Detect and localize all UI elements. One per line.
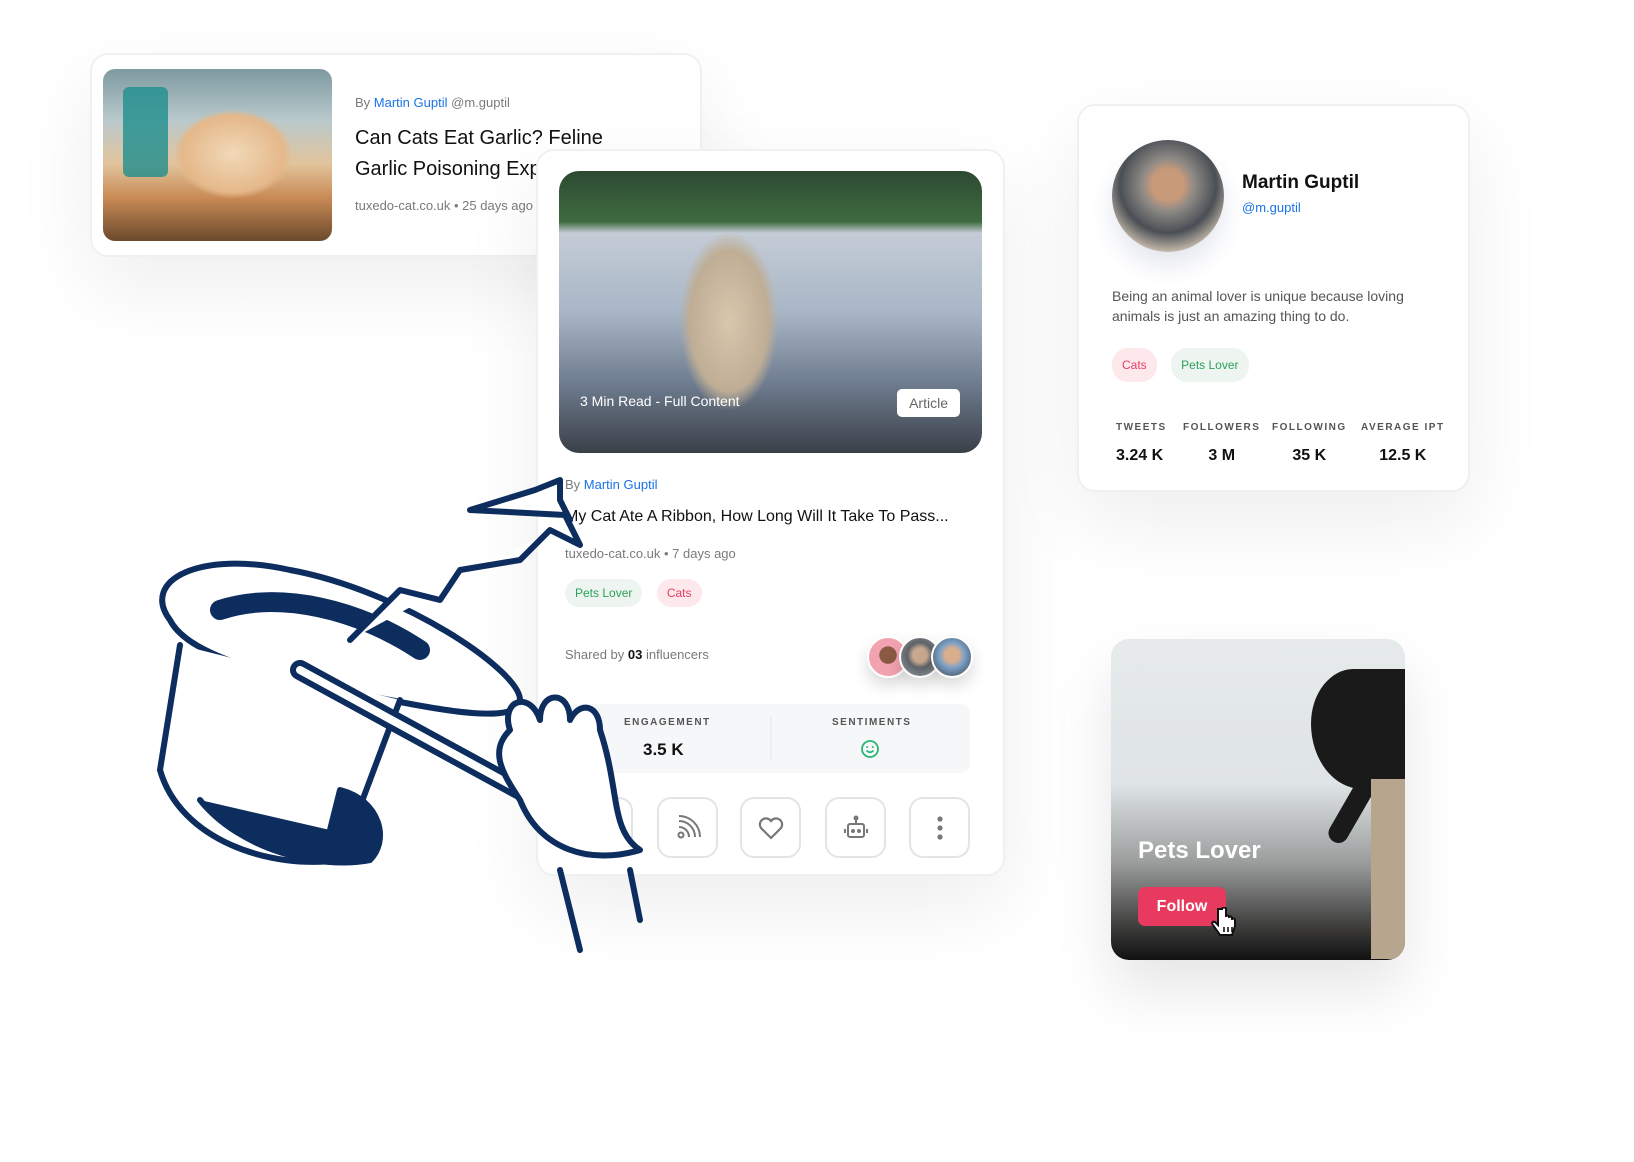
image-caption: 3 Min Read - Full Content bbox=[580, 393, 740, 409]
article-image-kitten[interactable]: 3 Min Read - Full Content Article bbox=[559, 171, 982, 453]
profile-name: Martin Guptil bbox=[1242, 172, 1360, 193]
more-vertical-icon bbox=[936, 815, 943, 840]
smile-icon bbox=[861, 740, 879, 758]
article-byline: By Martin Guptil @m.guptil bbox=[355, 95, 510, 110]
cat-silhouette bbox=[1311, 669, 1405, 789]
article-meta: tuxedo-cat.co.uk • 25 days ago bbox=[355, 198, 533, 213]
stat-following: FOLLOWING 35 K bbox=[1272, 422, 1347, 465]
avatar bbox=[931, 636, 973, 678]
profile-avatar[interactable] bbox=[1112, 140, 1224, 252]
article-type-badge: Article bbox=[897, 389, 960, 417]
like-button[interactable] bbox=[740, 797, 801, 858]
stat-value: 3.24 K bbox=[1116, 447, 1164, 464]
sentiments-label: SENTIMENTS bbox=[832, 717, 912, 728]
tag-cats[interactable]: Cats bbox=[1112, 348, 1157, 382]
profile-tags: Cats Pets Lover bbox=[1112, 348, 1259, 382]
by-label: By bbox=[355, 95, 371, 110]
stat-value: 12.5 K bbox=[1379, 447, 1427, 464]
influencer-avatars[interactable] bbox=[867, 636, 977, 678]
stat-average-ipt: AVERAGE IPT 12.5 K bbox=[1361, 422, 1445, 465]
profile-card: Martin Guptil @m.guptil Being an animal … bbox=[1077, 104, 1470, 492]
author-handle: @m.guptil bbox=[451, 95, 510, 110]
author-link[interactable]: Martin Guptil bbox=[374, 95, 448, 110]
hand-cursor-icon bbox=[1211, 907, 1236, 936]
stat-followers: FOLLOWERS 3 M bbox=[1183, 422, 1260, 465]
robot-icon bbox=[843, 815, 868, 838]
community-card[interactable]: Pets Lover Follow bbox=[1111, 639, 1405, 960]
magic-hat-growth-illustration bbox=[157, 477, 643, 953]
profile-bio: Being an animal lover is unique because … bbox=[1112, 288, 1404, 324]
stat-value: 35 K bbox=[1292, 447, 1327, 464]
stat-label: AVERAGE IPT bbox=[1361, 422, 1445, 433]
stat-label: FOLLOWERS bbox=[1183, 422, 1261, 433]
community-title: Pets Lover bbox=[1138, 837, 1261, 864]
more-options-button[interactable] bbox=[909, 797, 970, 858]
heart-icon bbox=[758, 816, 783, 840]
profile-handle[interactable]: @m.guptil bbox=[1242, 200, 1301, 215]
stat-label: TWEETS bbox=[1116, 422, 1167, 433]
tag-pets-lover[interactable]: Pets Lover bbox=[1171, 348, 1249, 382]
bot-button[interactable] bbox=[825, 797, 886, 858]
stat-tweets: TWEETS 3.24 K bbox=[1116, 422, 1167, 465]
stat-value: 3 M bbox=[1208, 447, 1236, 464]
stat-label: FOLLOWING bbox=[1272, 422, 1347, 433]
article-thumbnail-fluffy-cat bbox=[103, 69, 332, 241]
